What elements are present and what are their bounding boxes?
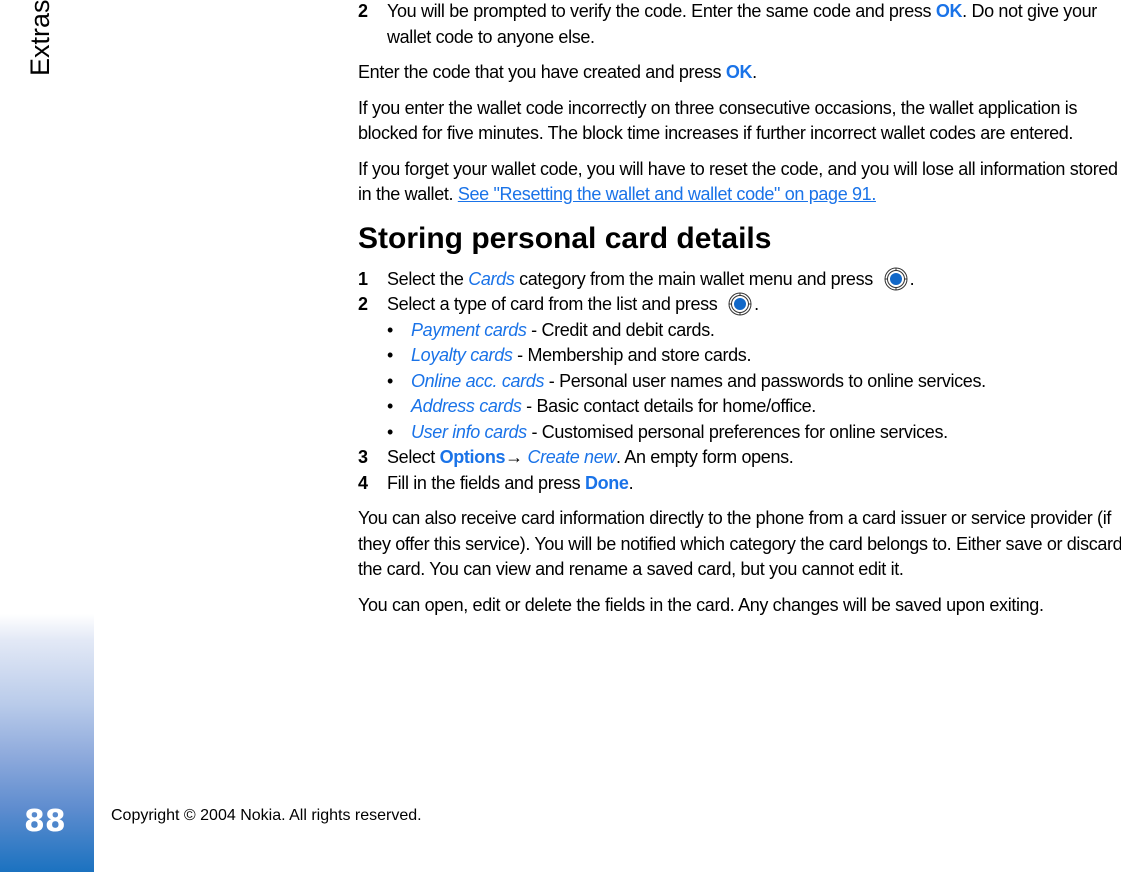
step-text: .: [909, 268, 915, 289]
step-text: category from the main wallet menu and p…: [514, 268, 878, 289]
card-type-name: Address cards: [411, 396, 522, 416]
step-2: 2 Select a type of card from the list an…: [358, 292, 1121, 318]
step-text: Select: [387, 447, 440, 467]
section-heading: Storing personal card details: [358, 221, 772, 255]
page-number: 88: [24, 804, 66, 839]
card-type-item: Loyalty cards - Membership and store car…: [387, 343, 1121, 369]
card-type-name: Online acc. cards: [411, 370, 545, 391]
copyright-notice: Copyright © 2004 Nokia. All rights reser…: [111, 807, 422, 824]
step-text: .: [754, 294, 759, 314]
card-type-desc: - Credit and debit cards.: [526, 319, 715, 340]
paragraph-receive-card: You can also receive card information di…: [358, 508, 1121, 579]
card-type-name: Loyalty cards: [411, 345, 513, 365]
step-number: 2: [358, 294, 368, 314]
paragraph-edit-fields: You can open, edit or delete the fields …: [358, 594, 1044, 615]
step-number: 4: [358, 472, 368, 493]
reset-wallet-link[interactable]: See "Resetting the wallet and wallet cod…: [458, 184, 877, 204]
step-text: . An empty form opens.: [616, 447, 794, 467]
page-content: 2 You will be prompted to verify the cod…: [358, 0, 1121, 628]
card-type-item: Address cards - Basic contact details fo…: [387, 394, 1121, 420]
section-title-text: Extras: [25, 0, 55, 76]
card-type-desc: - Basic contact details for home/office.: [521, 396, 816, 416]
ok-softkey: OK: [725, 62, 753, 82]
paragraph-text: .: [752, 62, 757, 82]
card-type-desc: - Personal user names and passwords to o…: [544, 370, 986, 391]
step-verify-code: 2 You will be prompted to verify the cod…: [358, 0, 1121, 50]
card-type-item: User info cards - Customised personal pr…: [387, 420, 1121, 446]
step-number: 2: [358, 1, 368, 21]
step-text: Select a type of card from the list and …: [387, 294, 723, 314]
options-softkey: Options: [439, 447, 506, 467]
step-number: 3: [358, 447, 368, 467]
step-text: You will be prompted to verify the code.…: [387, 1, 936, 21]
ok-softkey: OK: [935, 1, 963, 21]
card-type-desc: - Membership and store cards.: [512, 345, 752, 365]
cards-menu-item: Cards: [468, 268, 515, 289]
step-1: 1 Select the Cards category from the mai…: [358, 267, 1121, 293]
paragraph-text: Enter the code that you have created and…: [358, 62, 726, 82]
card-type-item: Payment cards - Credit and debit cards.: [387, 318, 1121, 344]
card-steps-list: 1 Select the Cards category from the mai…: [358, 267, 1121, 497]
paragraph-blocked: If you enter the wallet code incorrectly…: [358, 97, 1078, 144]
create-new-menu-item: Create new: [527, 447, 617, 467]
card-type-desc: - Customised personal preferences for on…: [526, 421, 948, 442]
arrow-icon: →: [505, 447, 528, 467]
step-3: 3 Select Options→ Create new. An empty f…: [358, 445, 1121, 471]
card-type-list: Payment cards - Credit and debit cards. …: [358, 318, 1121, 446]
step-text: Select the: [387, 268, 469, 289]
done-softkey: Done: [584, 472, 629, 493]
step-text: .: [628, 472, 634, 493]
paragraph-forget-code: If you forget your wallet code, you will…: [358, 157, 1121, 208]
step-text: Fill in the fields and press: [387, 472, 585, 493]
select-key-icon: [728, 292, 752, 316]
card-type-name: User info cards: [411, 421, 527, 442]
card-type-name: Payment cards: [411, 319, 527, 340]
select-key-icon: [884, 267, 908, 290]
paragraph-enter-code: Enter the code that you have created and…: [358, 60, 1121, 86]
card-type-item: Online acc. cards - Personal user names …: [387, 369, 1121, 395]
section-title: Extras: [25, 0, 56, 80]
step-4: 4 Fill in the fields and press Done.: [358, 471, 1121, 497]
step-number: 1: [358, 268, 368, 289]
